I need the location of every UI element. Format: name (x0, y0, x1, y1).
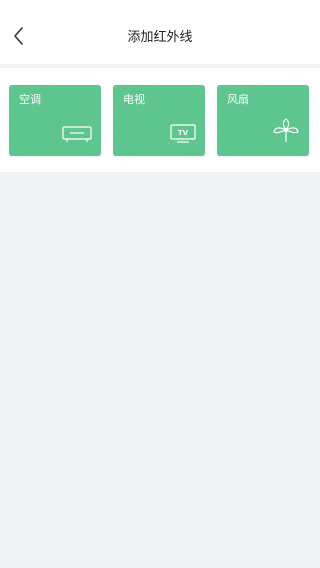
device-card-label: 风扇 (227, 93, 249, 106)
page-title: 添加红外线 (127, 30, 193, 45)
device-card-label: 电视 (123, 93, 145, 106)
air-conditioner-icon (62, 126, 92, 148)
tv-icon-text: TV (178, 129, 189, 137)
top-bar: 添加红外线 (0, 0, 320, 64)
device-card-air-conditioner[interactable]: 空调 (9, 85, 101, 156)
tv-icon: TV (170, 124, 196, 148)
fan-icon (272, 118, 300, 148)
device-card-label: 空调 (19, 93, 41, 106)
device-card-fan[interactable]: 风扇 (217, 85, 309, 156)
divider (0, 64, 320, 68)
device-card-tv[interactable]: 电视 TV (113, 85, 205, 156)
